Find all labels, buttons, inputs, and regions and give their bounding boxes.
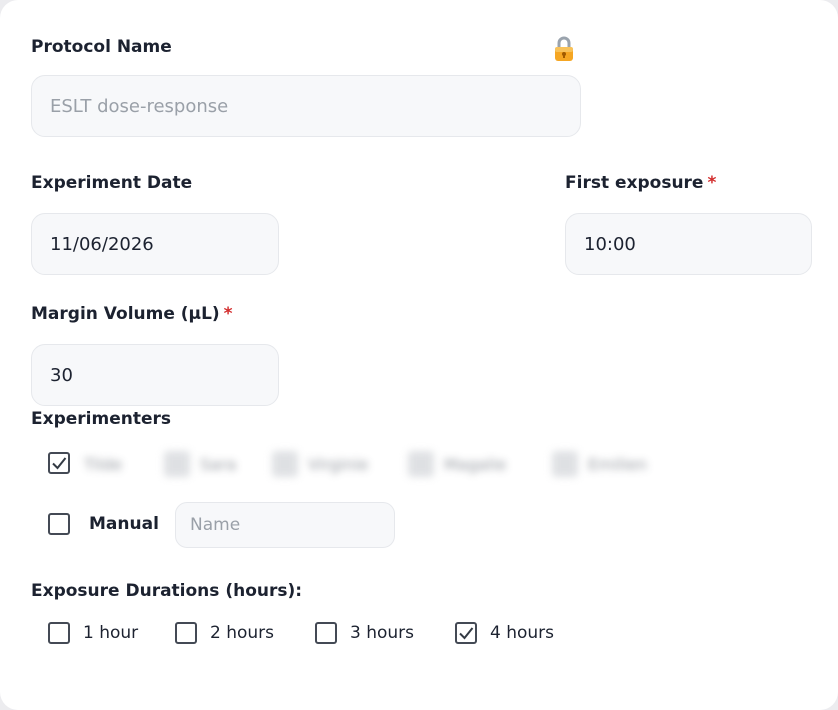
experimenter-checkbox-sara[interactable]: [164, 451, 190, 477]
experimenters-label: Experimenters: [31, 409, 171, 429]
manual-name-input[interactable]: Name: [175, 502, 395, 548]
duration-checkbox-1h[interactable]: [48, 622, 70, 644]
margin-volume-input[interactable]: 30: [31, 344, 279, 406]
manual-checkbox[interactable]: [48, 513, 70, 535]
first-exposure-label: First exposure *: [565, 173, 717, 193]
duration-checkbox-2h[interactable]: [175, 622, 197, 644]
experimenter-item-tilde: Tilde: [84, 454, 123, 474]
experiment-date-label: Experiment Date: [31, 173, 193, 193]
required-mark: *: [707, 173, 717, 193]
experimenter-item-sara[interactable]: Sara: [164, 446, 236, 482]
experimenter-checkbox-tilde[interactable]: [48, 452, 70, 474]
exposure-durations-label: Exposure Durations (hours):: [31, 581, 303, 601]
experimenter-item-magalie[interactable]: Magalie: [408, 446, 506, 482]
margin-volume-label: Margin Volume (µL) *: [31, 304, 233, 324]
protocol-name-input[interactable]: ESLT dose-response: [31, 75, 581, 137]
duration-label-4h: 4 hours: [490, 623, 555, 643]
protocol-name-label: Protocol Name: [31, 37, 172, 57]
experimenter-checkbox-magalie[interactable]: [408, 451, 434, 477]
duration-checkbox-3h[interactable]: [315, 622, 337, 644]
lock-icon: [552, 36, 576, 62]
duration-checkbox-4h[interactable]: [455, 622, 477, 644]
experimenter-checkbox-virginie[interactable]: [272, 451, 298, 477]
duration-label-2h: 2 hours: [210, 623, 275, 643]
duration-label-1h: 1 hour: [83, 623, 139, 643]
manual-label: Manual: [89, 514, 159, 534]
required-mark: *: [223, 304, 233, 324]
duration-label-3h: 3 hours: [350, 623, 415, 643]
experimenter-item-virginie[interactable]: Virginie: [272, 446, 368, 482]
experiment-date-input[interactable]: 11/06/2026: [31, 213, 279, 275]
first-exposure-input[interactable]: 10:00: [565, 213, 812, 275]
experimenter-checkbox-emilien[interactable]: [552, 451, 578, 477]
experimenter-item-emilien[interactable]: Emilien: [552, 446, 647, 482]
form-card: Protocol Name ESLT dose-response Experim…: [0, 0, 838, 710]
